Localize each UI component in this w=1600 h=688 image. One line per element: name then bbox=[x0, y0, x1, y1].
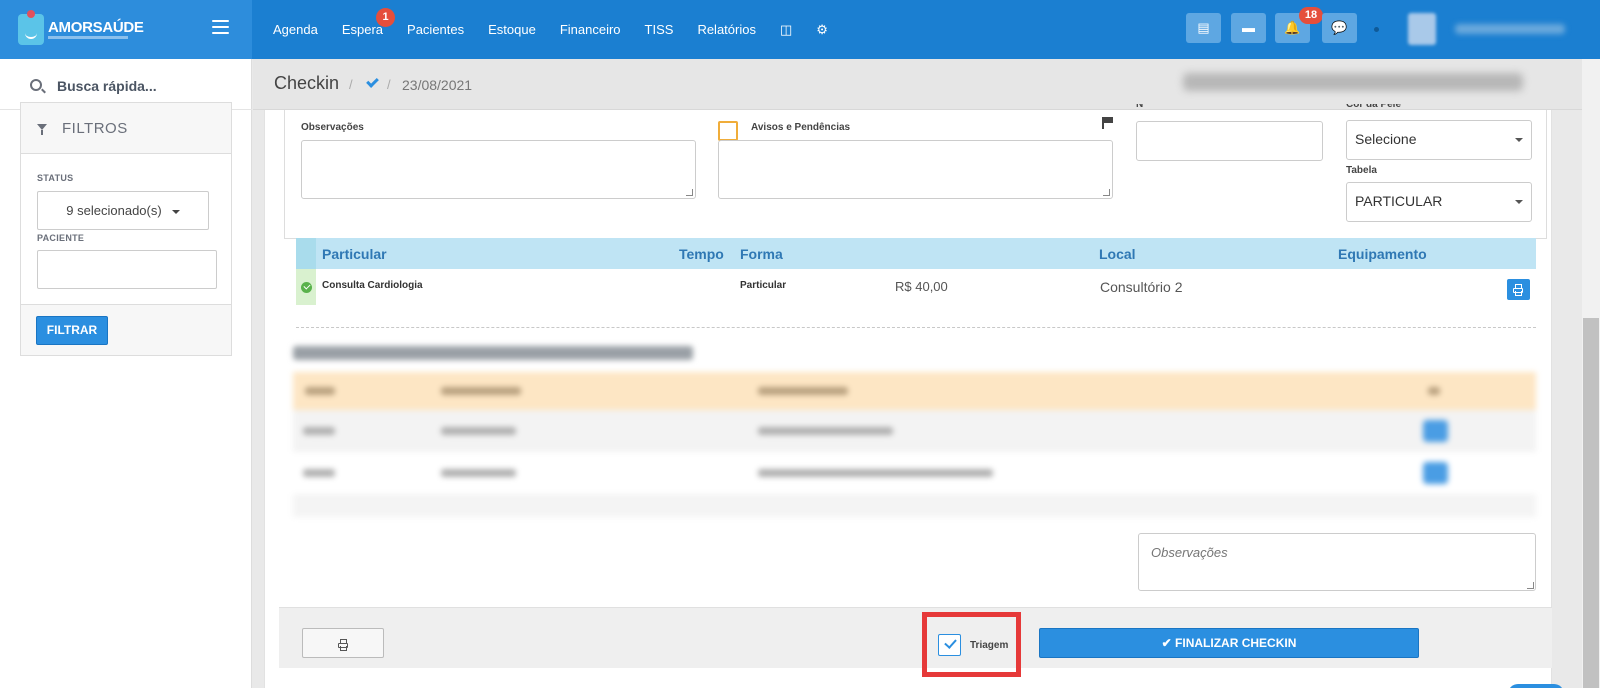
row-forma: Particular bbox=[740, 280, 787, 291]
tabela-label: Tabela bbox=[1346, 165, 1377, 176]
gear-icon[interactable]: ⚙ bbox=[816, 22, 828, 38]
notes-wrapper bbox=[1138, 533, 1536, 591]
col-local: Local bbox=[1099, 246, 1136, 262]
number-input[interactable] bbox=[1136, 121, 1323, 161]
observacoes-textarea[interactable] bbox=[301, 140, 696, 199]
menu-toggle-icon[interactable] bbox=[212, 20, 229, 35]
inbox-icon[interactable]: ▤ bbox=[1186, 13, 1221, 43]
breadcrumb-separator: / bbox=[387, 77, 391, 92]
nav-relatorios[interactable]: Relatórios bbox=[697, 22, 756, 37]
dashed-divider bbox=[296, 327, 1536, 328]
printer-icon bbox=[338, 639, 348, 651]
other-appointments-blurred bbox=[293, 342, 1536, 517]
row-valor: R$ 40,00 bbox=[895, 279, 948, 294]
col-equipamento: Equipamento bbox=[1338, 246, 1427, 262]
blurred-header bbox=[293, 372, 1536, 410]
notifications-badge: 18 bbox=[1299, 7, 1323, 24]
blurred-title bbox=[293, 346, 693, 360]
col-tempo: Tempo bbox=[679, 246, 724, 262]
triagem-label: Triagem bbox=[970, 640, 1009, 651]
status-select-value: 9 selecionado(s) bbox=[66, 203, 162, 218]
printer-icon bbox=[1513, 284, 1523, 296]
notes-textarea[interactable] bbox=[1138, 533, 1536, 591]
observacoes-label: Observações bbox=[301, 122, 364, 133]
brand-tagline-blur bbox=[48, 36, 128, 39]
scrollbar-thumb[interactable] bbox=[1583, 318, 1599, 688]
status-select[interactable]: 9 selecionado(s) bbox=[37, 191, 209, 230]
col-forma: Forma bbox=[740, 246, 783, 262]
blurred-footer bbox=[293, 494, 1536, 517]
row-local: Consultório 2 bbox=[1100, 279, 1183, 295]
patient-label: PACIENTE bbox=[37, 233, 85, 243]
breadcrumb-date: 23/08/2021 bbox=[402, 77, 473, 93]
nav-espera-label: Espera bbox=[341, 22, 384, 37]
check-icon bbox=[366, 75, 379, 88]
bell-icon: 🔔 bbox=[1284, 20, 1301, 35]
brand-name: AMORSAÚDE bbox=[48, 19, 144, 36]
cut-off-label: Nº bbox=[1136, 104, 1147, 110]
top-select-value: Selecione bbox=[1355, 131, 1417, 147]
filter-panel-header[interactable]: FILTROS bbox=[21, 103, 231, 154]
page-header: Checkin / / 23/08/2021 bbox=[253, 59, 1582, 110]
header-stripe bbox=[296, 238, 316, 269]
avisos-label: Avisos e Pendências bbox=[751, 122, 851, 133]
finalize-checkin-button[interactable]: ✔ FINALIZAR CHECKIN bbox=[1039, 628, 1419, 658]
triagem-checkbox[interactable] bbox=[938, 634, 961, 656]
brand-area: AMORSAÚDE bbox=[0, 0, 252, 59]
finalize-checkin-label: FINALIZAR CHECKIN bbox=[1175, 636, 1297, 650]
blurred-row bbox=[293, 410, 1536, 452]
filter-panel-footer: FILTRAR bbox=[21, 304, 231, 355]
filter-panel: FILTROS STATUS 9 selecionado(s) PACIENTE… bbox=[20, 102, 232, 356]
col-particular: Particular bbox=[322, 246, 387, 262]
user-name-blurred[interactable] bbox=[1455, 24, 1565, 34]
notifications-button[interactable]: 🔔 18 bbox=[1275, 7, 1323, 43]
chevron-down-icon bbox=[171, 209, 180, 214]
breadcrumb-separator: / bbox=[349, 77, 353, 92]
clinic-name-blurred bbox=[1183, 73, 1523, 91]
check-icon: ✔ bbox=[1161, 636, 1172, 650]
nav-agenda[interactable]: Agenda bbox=[273, 22, 318, 37]
nav-espera[interactable]: Espera 1 bbox=[341, 8, 396, 37]
database-icon[interactable]: ◫ bbox=[780, 22, 792, 38]
avisos-textarea[interactable] bbox=[718, 140, 1113, 199]
check-circle-icon bbox=[301, 282, 312, 293]
tabela-select-value: PARTICULAR bbox=[1355, 193, 1443, 209]
chat-icon[interactable]: 💬 bbox=[1322, 13, 1357, 43]
chevron-down-icon bbox=[1515, 138, 1523, 142]
blurred-row bbox=[293, 452, 1536, 494]
tabela-select[interactable]: PARTICULAR bbox=[1346, 182, 1532, 222]
status-label: STATUS bbox=[37, 173, 74, 183]
row-procedure: Consulta Cardiologia bbox=[322, 280, 423, 291]
filter-button[interactable]: FILTRAR bbox=[36, 316, 108, 345]
nav-financeiro[interactable]: Financeiro bbox=[560, 22, 621, 37]
cut-off-label-2: Cor da Pele bbox=[1346, 104, 1402, 110]
page-title: Checkin bbox=[274, 73, 340, 93]
espera-badge: 1 bbox=[376, 8, 396, 27]
top-select[interactable]: Selecione bbox=[1346, 120, 1532, 160]
top-bar: AMORSAÚDE Agenda Espera 1 Pacientes Esto… bbox=[0, 0, 1600, 59]
procedures-table-header: Particular Tempo Forma Local Equipamento bbox=[296, 238, 1536, 269]
avatar[interactable] bbox=[1408, 13, 1436, 45]
filter-title: FILTROS bbox=[62, 120, 128, 137]
nav-estoque[interactable]: Estoque bbox=[488, 22, 536, 37]
chevron-down-icon bbox=[1515, 200, 1523, 204]
row-print-button[interactable] bbox=[1507, 279, 1530, 300]
nav-pacientes[interactable]: Pacientes bbox=[407, 22, 464, 37]
avisos-checkbox[interactable] bbox=[718, 121, 738, 141]
status-dot bbox=[1374, 27, 1379, 32]
flag-icon[interactable] bbox=[1102, 117, 1113, 129]
print-button[interactable] bbox=[302, 628, 384, 658]
card-icon[interactable]: ▬ bbox=[1231, 13, 1266, 43]
main-nav: Agenda Espera 1 Pacientes Estoque Financ… bbox=[273, 0, 852, 59]
nav-tiss[interactable]: TISS bbox=[645, 22, 674, 37]
logo-icon bbox=[18, 10, 44, 45]
chat-widget[interactable] bbox=[1508, 684, 1564, 688]
search-icon bbox=[30, 79, 42, 91]
quick-search-input[interactable] bbox=[57, 76, 227, 96]
filter-icon bbox=[37, 124, 47, 135]
patient-input[interactable] bbox=[37, 250, 217, 289]
